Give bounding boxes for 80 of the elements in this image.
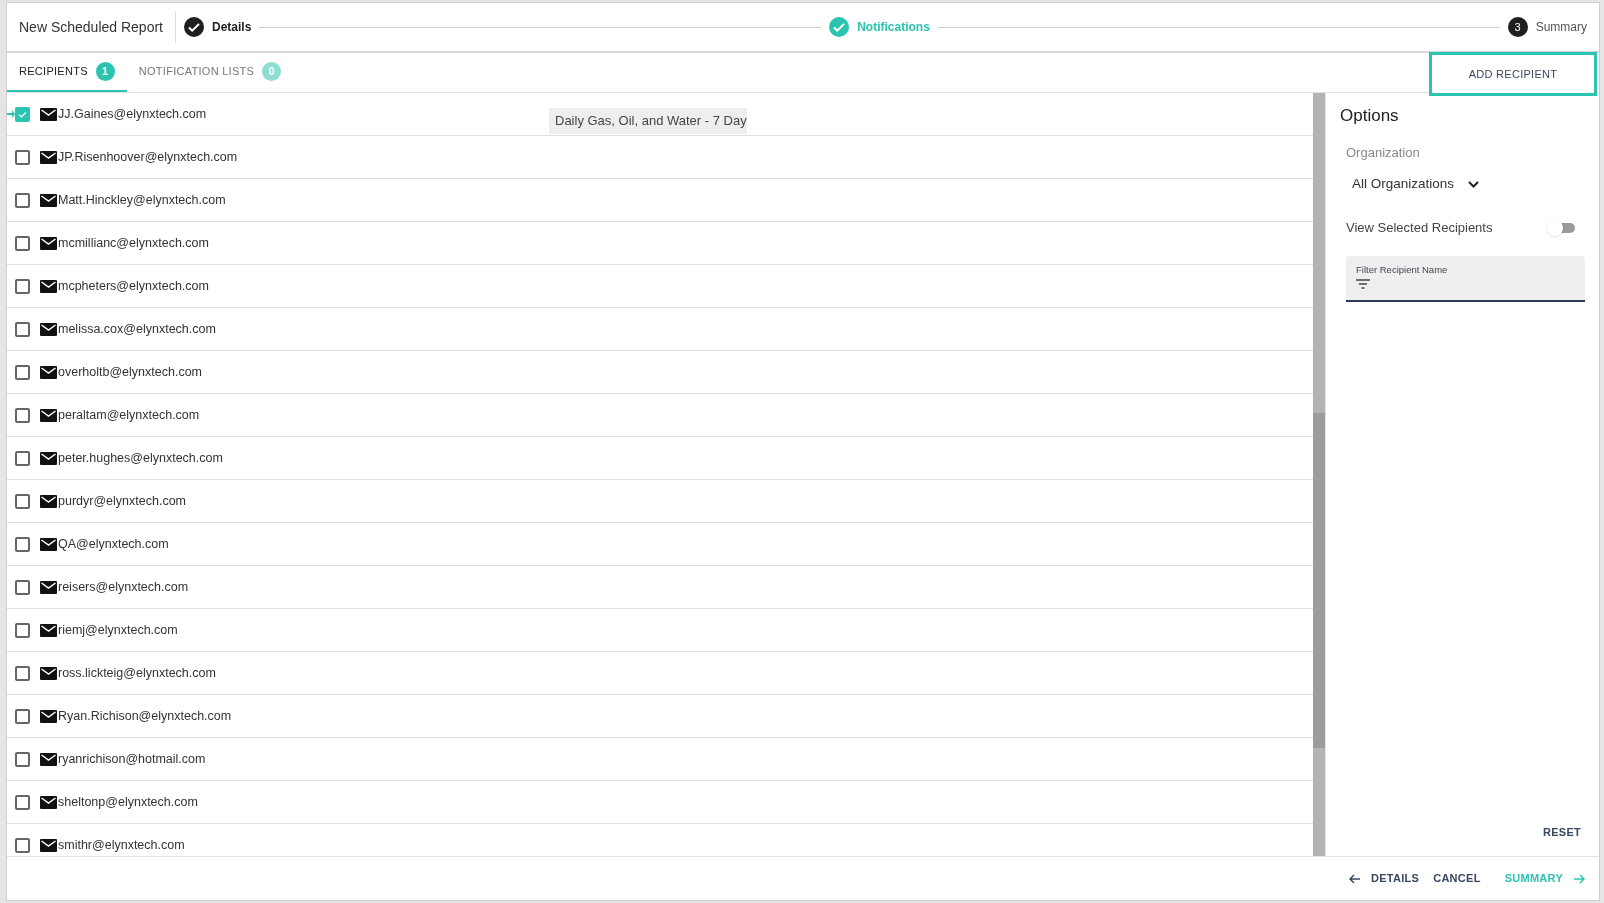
envelope-icon	[40, 150, 57, 164]
recipient-email: mcmillianc@elynxtech.com	[58, 234, 209, 252]
checkbox[interactable]	[15, 364, 30, 380]
checkbox[interactable]	[15, 149, 30, 165]
recipient-email: peter.hughes@elynxtech.com	[58, 449, 223, 467]
tooltip: Daily Gas, Oil, and Water - 7 Day	[549, 108, 747, 134]
checkbox[interactable]	[15, 278, 30, 294]
envelope-icon	[40, 322, 57, 336]
recipient-email: QA@elynxtech.com	[58, 535, 169, 553]
envelope-icon	[40, 795, 57, 809]
arrow-icon	[7, 110, 15, 118]
back-button[interactable]: DETAILS	[1349, 870, 1420, 887]
view-selected-label: View Selected Recipients	[1346, 219, 1493, 238]
checkbox[interactable]	[15, 708, 30, 724]
arrow-left-icon	[1349, 873, 1361, 884]
recipient-email: purdyr@elynxtech.com	[58, 492, 186, 510]
recipient-email: smithr@elynxtech.com	[58, 836, 185, 854]
checkbox[interactable]	[15, 665, 30, 681]
recipient-email: sheltonp@elynxtech.com	[58, 793, 198, 811]
envelope-icon	[40, 623, 57, 637]
recipient-email: overholtb@elynxtech.com	[58, 363, 202, 381]
chevron-down-icon	[1468, 180, 1480, 188]
checkbox[interactable]	[15, 235, 30, 251]
filter-field[interactable]: Filter Recipient Name	[1346, 255, 1585, 302]
recipient-email: Matt.Hinckley@elynxtech.com	[58, 191, 226, 209]
envelope-icon	[40, 193, 57, 207]
report-title: New Scheduled Report	[7, 11, 176, 43]
envelope-icon	[40, 838, 57, 852]
organization-dropdown[interactable]: All Organizations	[1346, 174, 1486, 195]
envelope-icon	[40, 752, 57, 766]
checkbox[interactable]	[15, 837, 30, 853]
recipient-email: ross.lickteig@elynxtech.com	[58, 664, 216, 682]
filter-icon	[1356, 279, 1370, 289]
checkbox[interactable]	[15, 106, 30, 122]
arrow-right-icon	[1573, 873, 1585, 884]
checkbox[interactable]	[15, 794, 30, 810]
toggle-switch[interactable]	[1547, 220, 1577, 236]
scrollbar[interactable]	[1313, 93, 1325, 856]
filter-label: Filter Recipient Name	[1356, 262, 1449, 277]
options-heading: Options	[1340, 105, 1400, 127]
envelope-icon	[40, 107, 57, 121]
count-badge: 1	[95, 62, 115, 81]
envelope-icon	[40, 537, 57, 551]
checkbox[interactable]	[15, 192, 30, 208]
recipient-email: JJ.Gaines@elynxtech.com	[58, 105, 207, 123]
recipient-email: riemj@elynxtech.com	[58, 621, 178, 639]
checkbox[interactable]	[15, 536, 30, 552]
add-recipient-button[interactable]: ADD RECIPIENT	[1429, 52, 1597, 96]
step-label[interactable]: Details	[212, 18, 252, 36]
envelope-icon	[40, 236, 57, 250]
tab[interactable]: RECIPIENTS 1	[7, 53, 127, 92]
step-label[interactable]: Summary	[1535, 18, 1587, 36]
envelope-icon	[40, 451, 57, 465]
envelope-icon	[40, 709, 57, 723]
envelope-icon	[40, 279, 57, 293]
step-number: 3	[1507, 17, 1528, 37]
count-badge: 0	[262, 62, 282, 81]
recipient-email: Ryan.Richison@elynxtech.com	[58, 707, 232, 725]
envelope-icon	[40, 365, 57, 379]
checkbox[interactable]	[15, 751, 30, 767]
envelope-icon	[40, 666, 57, 680]
checkbox[interactable]	[15, 622, 30, 638]
checkbox[interactable]	[15, 450, 30, 466]
recipient-email: reisers@elynxtech.com	[58, 578, 189, 596]
envelope-icon	[40, 580, 57, 594]
envelope-icon	[40, 494, 57, 508]
checkbox[interactable]	[15, 321, 30, 337]
checkbox[interactable]	[15, 493, 30, 509]
recipient-email: ryanrichison@hotmail.com	[58, 750, 206, 768]
organization-label: Organization	[1346, 143, 1420, 162]
cancel-button[interactable]: CANCEL	[1433, 870, 1481, 887]
recipient-email: JP.Risenhoover@elynxtech.com	[58, 148, 238, 166]
envelope-icon	[40, 408, 57, 422]
recipient-email: mcpheters@elynxtech.com	[58, 277, 209, 295]
checkbox[interactable]	[15, 579, 30, 595]
reset-button[interactable]: RESET	[1542, 823, 1581, 840]
recipient-email: melissa.cox@elynxtech.com	[58, 320, 216, 338]
tab[interactable]: NOTIFICATION LISTS 0	[126, 53, 294, 92]
recipient-email: peraltam@elynxtech.com	[58, 406, 200, 424]
checkbox[interactable]	[15, 407, 30, 423]
